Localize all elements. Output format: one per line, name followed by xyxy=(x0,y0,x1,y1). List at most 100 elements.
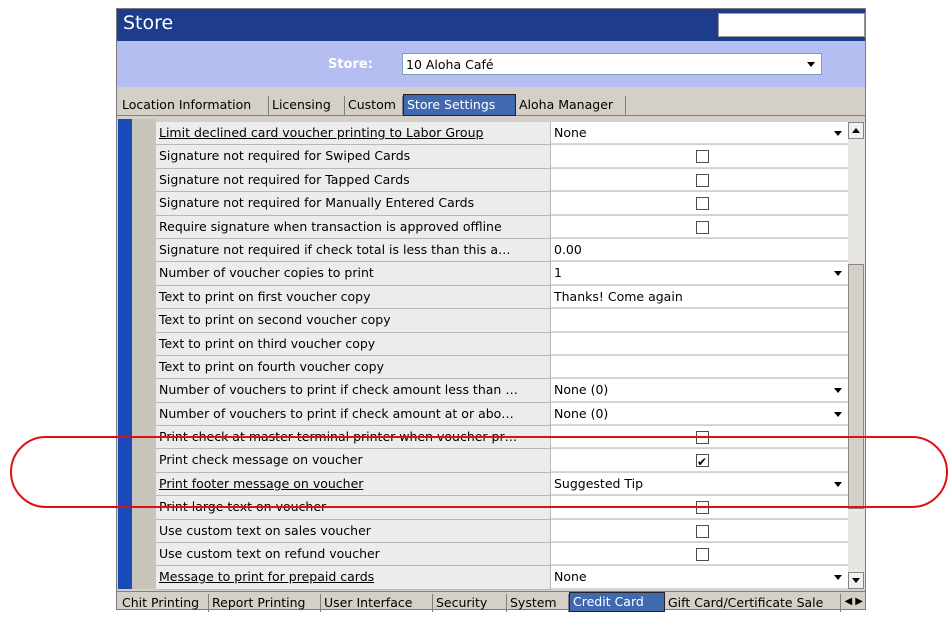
setting-row: Text to print on second voucher copy xyxy=(156,309,848,333)
chevron-down-icon[interactable] xyxy=(834,575,842,581)
setting-label: Require signature when transaction is ap… xyxy=(156,215,551,239)
setting-row: Signature not required if check total is… xyxy=(156,238,848,263)
setting-checkbox-cell[interactable] xyxy=(551,449,848,473)
setting-label: Signature not required for Manually Ente… xyxy=(156,192,551,216)
setting-dropdown[interactable]: None (0) xyxy=(551,402,848,426)
row-header-column xyxy=(132,119,156,589)
setting-checkbox-cell[interactable] xyxy=(551,519,848,543)
tab-licensing[interactable]: Licensing xyxy=(269,96,345,115)
chevron-down-icon[interactable] xyxy=(834,131,842,136)
bottom-tab-user-interface[interactable]: User Interface xyxy=(321,594,433,612)
setting-label: Text to print on third voucher copy xyxy=(156,332,551,356)
setting-row: Use custom text on refund voucher xyxy=(156,543,848,567)
setting-label: Text to print on first voucher copy xyxy=(156,285,551,310)
setting-checkbox-cell[interactable] xyxy=(551,145,848,168)
checkbox[interactable] xyxy=(696,431,709,445)
setting-row: Signature not required for Swiped Cards xyxy=(156,145,848,169)
checkbox-checked[interactable] xyxy=(696,451,709,473)
setting-value: None (0) xyxy=(554,382,609,398)
settings-rows: Limit declined card voucher printing to … xyxy=(156,122,848,590)
setting-value: None xyxy=(554,569,587,585)
setting-label: Use custom text on refund voucher xyxy=(156,543,551,567)
vertical-scrollbar[interactable] xyxy=(848,122,865,589)
setting-row: Text to print on third voucher copy xyxy=(156,332,848,356)
checkbox[interactable] xyxy=(696,501,709,515)
store-dropdown-value: 10 Aloha Café xyxy=(406,57,494,72)
setting-row: Number of vouchers to print if check amo… xyxy=(156,379,848,403)
setting-label: Signature not required for Tapped Cards xyxy=(156,168,551,193)
setting-dropdown[interactable]: None (0) xyxy=(551,379,848,402)
setting-dropdown[interactable]: Suggested Tip xyxy=(551,472,848,496)
grid-left-strip xyxy=(118,119,132,589)
chevron-down-icon[interactable] xyxy=(834,388,842,394)
setting-row: Number of voucher copies to print 1 xyxy=(156,262,848,286)
chevron-down-icon[interactable] xyxy=(807,62,815,67)
setting-row: Message to print for prepaid cards None xyxy=(156,566,848,590)
setting-dropdown[interactable]: None xyxy=(551,122,848,145)
setting-row: Require signature when transaction is ap… xyxy=(156,215,848,239)
checkbox[interactable] xyxy=(696,220,709,234)
scroll-down-icon[interactable] xyxy=(848,572,864,589)
tab-scroll-arrows-icon[interactable]: ◀ ▶ xyxy=(844,596,863,607)
setting-label: Message to print for prepaid cards xyxy=(156,566,551,590)
setting-label: Number of vouchers to print if check amo… xyxy=(156,379,551,403)
setting-label: Signature not required for Swiped Cards xyxy=(156,145,551,169)
bottom-tab-strip: Gift Card/Certificate Sale Credit Card Sys… xyxy=(117,591,865,612)
setting-row: Limit declined card voucher printing to … xyxy=(156,122,848,146)
setting-row: Text to print on fourth voucher copy xyxy=(156,355,848,380)
tab-aloha-manager[interactable]: Aloha Manager xyxy=(516,96,626,115)
setting-value: None xyxy=(554,125,587,140)
setting-checkbox-cell[interactable] xyxy=(551,192,848,215)
setting-label: Limit declined card voucher printing to … xyxy=(156,122,551,146)
setting-label: Text to print on fourth voucher copy xyxy=(156,355,551,380)
setting-value: 0.00 xyxy=(554,241,582,257)
store-selector-bar: Store: 10 Aloha Café xyxy=(117,41,865,87)
scroll-up-icon[interactable] xyxy=(848,122,864,139)
setting-checkbox-cell[interactable] xyxy=(551,168,848,192)
setting-dropdown[interactable]: 1 xyxy=(551,262,848,285)
chevron-down-icon[interactable] xyxy=(834,411,842,417)
setting-checkbox-cell[interactable] xyxy=(551,543,848,566)
setting-text-field[interactable] xyxy=(551,355,848,379)
checkbox[interactable] xyxy=(696,524,709,538)
setting-label: Number of voucher copies to print xyxy=(156,262,551,286)
tab-custom[interactable]: Custom xyxy=(345,96,403,115)
chevron-down-icon[interactable] xyxy=(834,271,842,277)
setting-checkbox-cell[interactable] xyxy=(551,215,848,238)
tab-store-settings[interactable]: Store Settings xyxy=(403,94,516,116)
setting-row: Signature not required for Tapped Cards xyxy=(156,168,848,193)
top-tab-strip: Location Information Licensing Custom Store… xyxy=(117,93,865,116)
setting-label: Print footer message on voucher xyxy=(156,472,551,497)
setting-text-field[interactable] xyxy=(551,332,848,355)
setting-row: Print footer message on voucher Suggested… xyxy=(156,472,848,497)
store-label: Store: xyxy=(328,57,373,72)
chevron-down-icon[interactable] xyxy=(834,481,842,487)
bottom-tab-credit-card[interactable]: Credit Card xyxy=(569,592,665,612)
scroll-thumb[interactable] xyxy=(848,264,864,509)
checkbox[interactable] xyxy=(696,173,709,187)
setting-label: Print large text on voucher xyxy=(156,496,551,520)
title-search-box[interactable] xyxy=(718,13,865,37)
checkbox[interactable] xyxy=(696,548,709,562)
setting-row: Signature not required for Manually Ente… xyxy=(156,192,848,216)
window-title: Store xyxy=(123,12,174,34)
bottom-tab-gift-card-certificate-sale[interactable]: Gift Card/Certificate Sale xyxy=(665,594,841,612)
setting-label: Print check at master terminal printer w… xyxy=(156,426,551,450)
setting-value: None (0) xyxy=(554,405,609,421)
store-dropdown[interactable]: 10 Aloha Café xyxy=(402,53,822,75)
setting-text-field[interactable]: 0.00 xyxy=(551,238,848,262)
setting-row: Print check at master terminal printer w… xyxy=(156,426,848,450)
checkbox[interactable] xyxy=(696,150,709,164)
setting-checkbox-cell[interactable] xyxy=(551,426,848,449)
setting-dropdown[interactable]: None xyxy=(551,566,848,589)
checkbox[interactable] xyxy=(696,197,709,211)
setting-checkbox-cell[interactable] xyxy=(551,496,848,519)
bottom-tab-security[interactable]: Security xyxy=(433,594,507,612)
bottom-tab-report-printing[interactable]: Report Printing xyxy=(209,594,321,612)
setting-text-field[interactable] xyxy=(551,309,848,332)
bottom-tab-chit-printing[interactable]: Chit Printing xyxy=(119,594,209,612)
tab-location-information[interactable]: Location Information xyxy=(119,96,269,115)
settings-grid: Limit declined card voucher printing to … xyxy=(117,119,865,590)
setting-text-field[interactable]: Thanks! Come again xyxy=(551,285,848,309)
bottom-tab-system[interactable]: System xyxy=(507,594,569,612)
